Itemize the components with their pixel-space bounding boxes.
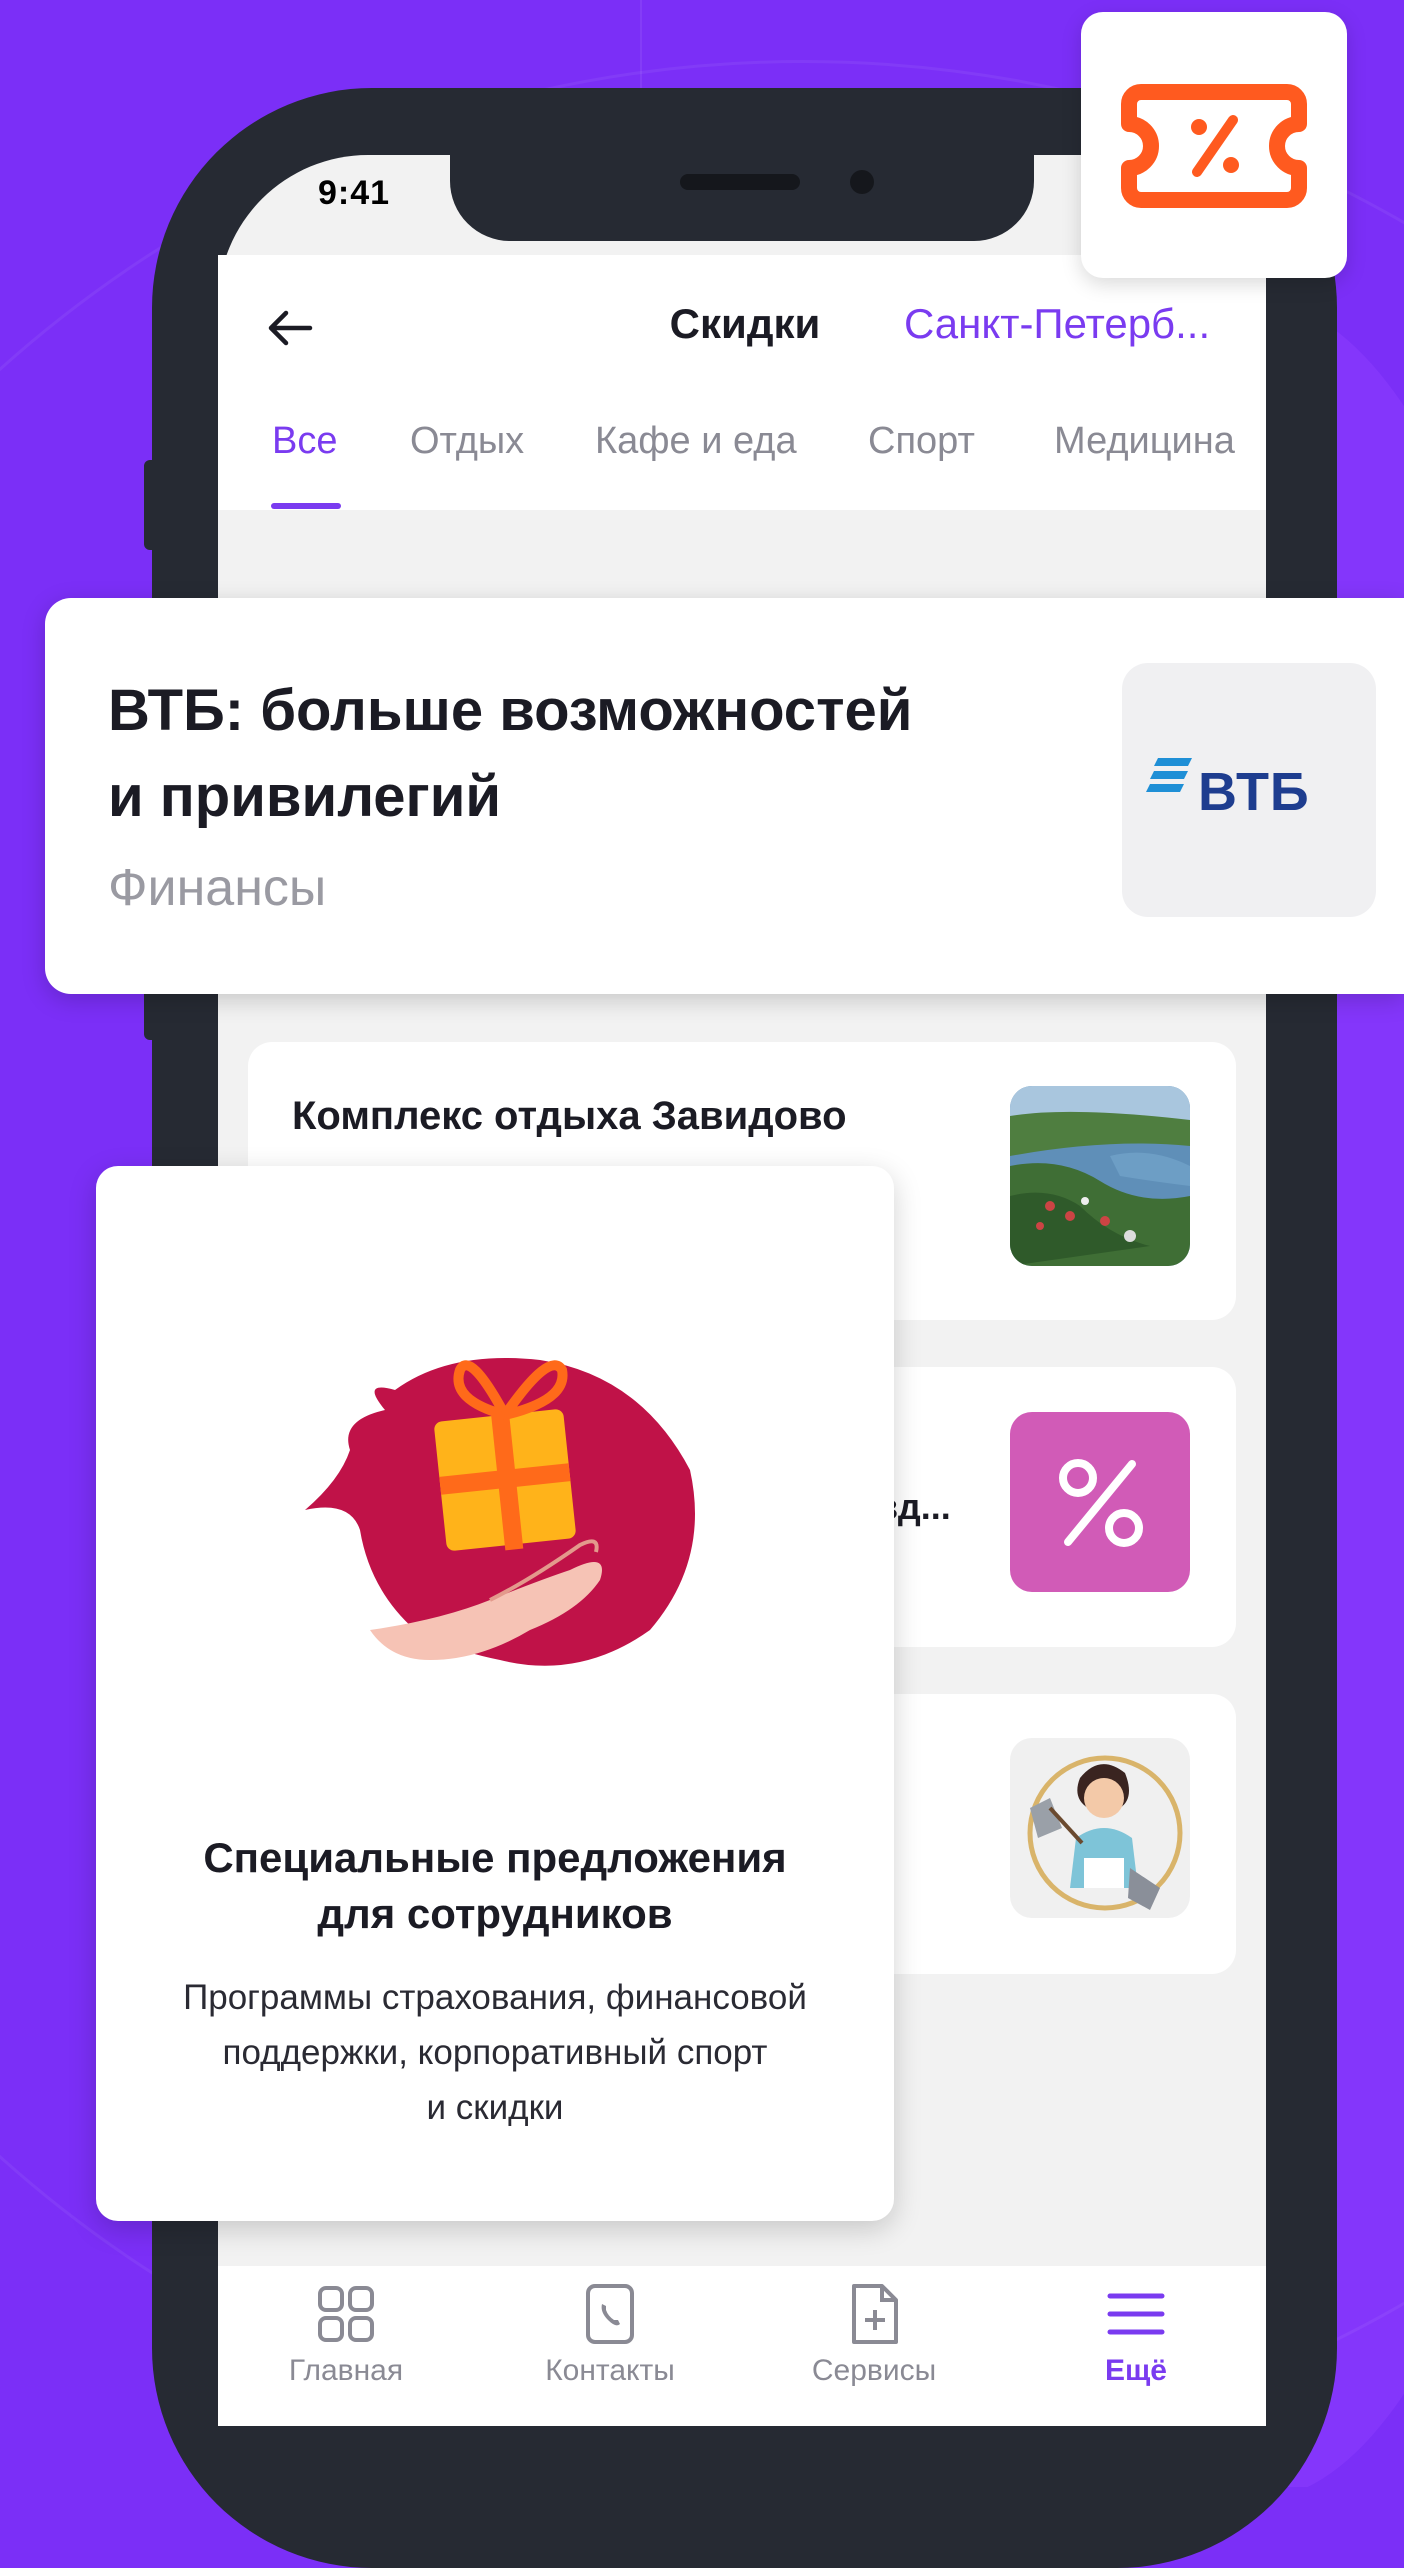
heading-line: Специальные предложения: [203, 1834, 787, 1881]
tab-cafe[interactable]: Кафе и еда: [595, 420, 797, 463]
discount-coupon-badge: [1081, 12, 1347, 278]
page-title: Скидки: [669, 300, 821, 347]
vtb-logo: ВТБ: [1122, 663, 1376, 917]
list-item-title: Комплекс отдыха Завидово: [292, 1094, 847, 1138]
cleaning-thumbnail: [1010, 1738, 1190, 1918]
notch-speaker: [680, 174, 800, 190]
heading-line: для сотрудников: [317, 1890, 673, 1937]
nav-item-contacts[interactable]: Контакты: [510, 2282, 710, 2388]
active-tab-indicator: [271, 503, 341, 509]
menu-icon: [1107, 2293, 1165, 2335]
featured-title-line: и привилегий: [108, 764, 502, 829]
nav-item-home[interactable]: Главная: [246, 2282, 446, 2388]
grid-icon: [318, 2286, 374, 2342]
tab-all[interactable]: Все: [272, 420, 337, 463]
description-line: и скидки: [426, 2088, 564, 2127]
percent-icon: [1059, 1459, 1143, 1547]
status-time: 9:41: [318, 174, 391, 212]
file-plus-icon: [852, 2284, 898, 2344]
city-selector[interactable]: Санкт-Петерб...: [904, 300, 1234, 348]
description-line: Программы страхования, финансовой: [183, 1978, 807, 2017]
employee-offers-description: Программы страхования, финансовой поддер…: [150, 1970, 840, 2135]
tab-sport[interactable]: Спорт: [868, 420, 975, 463]
landscape-thumbnail: [1010, 1086, 1190, 1266]
nav-label: Контакты: [545, 2354, 675, 2387]
vtb-logo-text: ВТБ: [1198, 762, 1310, 822]
nav-label: Ещё: [1104, 2354, 1167, 2387]
phone-icon: [586, 2284, 634, 2344]
percent-thumbnail: [1010, 1412, 1190, 1592]
nav-item-more[interactable]: Ещё: [1036, 2282, 1236, 2388]
category-tabs: Все Отдых Кафе и еда Спорт Медицина: [218, 420, 1266, 510]
coupon-icon: [1121, 84, 1307, 208]
featured-title-line: ВТБ: больше возможностей: [108, 678, 913, 743]
featured-offer-category: Финансы: [108, 859, 327, 917]
back-arrow-icon[interactable]: [262, 300, 318, 356]
description-line: поддержки, корпоративный спорт: [222, 2033, 768, 2072]
gift-illustration: [305, 1358, 695, 1666]
employee-offers-heading: Специальные предложения для сотрудников: [96, 1830, 894, 1942]
phone-notch: [450, 155, 1034, 241]
tab-medicine[interactable]: Медицина: [1054, 420, 1235, 463]
featured-offer-title: ВТБ: больше возможностей и привилегий: [108, 668, 1008, 840]
nav-label: Сервисы: [811, 2354, 937, 2387]
notch-camera: [850, 170, 874, 194]
tab-rest[interactable]: Отдых: [410, 420, 524, 463]
nav-item-services[interactable]: Сервисы: [774, 2282, 974, 2388]
nav-label: Главная: [288, 2354, 404, 2387]
